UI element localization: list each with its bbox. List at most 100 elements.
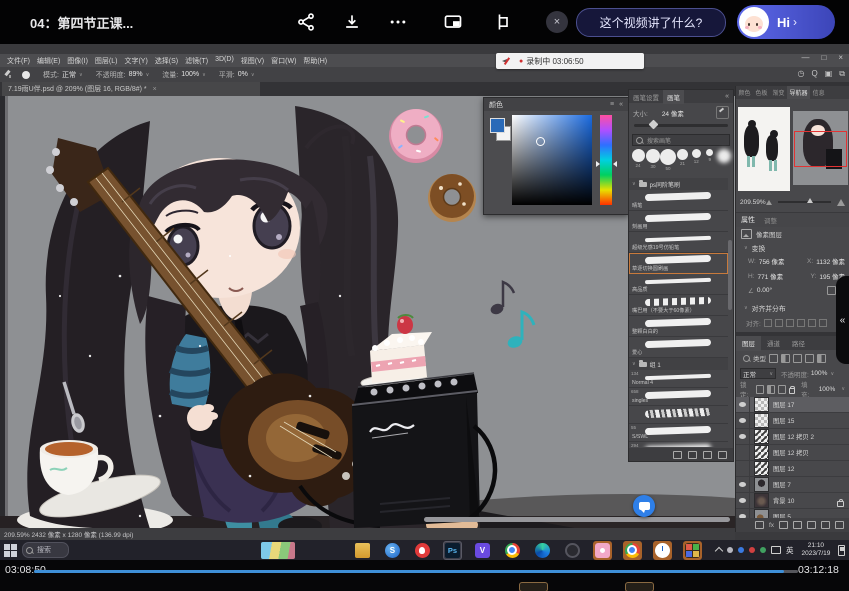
hue-slider[interactable] — [600, 115, 612, 205]
brush-size-value[interactable]: 24 像素 — [662, 108, 684, 118]
lock-pixels-icon[interactable] — [767, 385, 775, 394]
layer-row[interactable]: 图层 12 拷贝 — [736, 445, 849, 461]
brush-item[interactable]: 爱心 — [629, 337, 728, 358]
brush-preset[interactable]: 50 — [662, 149, 674, 171]
saturation-brightness-field[interactable] — [512, 115, 592, 205]
navigator-zoom-slider[interactable] — [778, 201, 831, 203]
lock-position-icon[interactable] — [778, 385, 786, 394]
menu-item[interactable]: 文字(Y) — [124, 56, 147, 66]
more-icon[interactable] — [388, 12, 408, 32]
security-tray-icon[interactable] — [760, 547, 766, 553]
layer-effects-icon[interactable]: fx — [769, 522, 774, 529]
panel-tab[interactable]: 导航器 — [787, 86, 810, 99]
tab-adjustments[interactable]: 调整 — [764, 215, 777, 225]
canvas-horizontal-scrollbar[interactable] — [424, 517, 730, 522]
microphone-tray-icon[interactable] — [727, 547, 733, 553]
layer-row[interactable]: 图层 12 — [736, 461, 849, 477]
layer-row[interactable]: 图层 7 — [736, 477, 849, 493]
new-layer-icon[interactable] — [821, 521, 830, 529]
filter-pixel-icon[interactable] — [769, 354, 778, 363]
brush-search-input[interactable]: 搜索画笔 — [632, 134, 730, 146]
option-value[interactable]: 100% — [181, 71, 199, 78]
adjustment-layer-icon[interactable] — [793, 521, 802, 529]
start-button[interactable] — [4, 543, 17, 557]
x-value[interactable]: 1132 像素 — [816, 256, 845, 266]
align-right-icon[interactable] — [786, 319, 794, 327]
filter-type-label[interactable]: 类型 — [753, 353, 766, 363]
menu-item[interactable]: 图层(L) — [95, 56, 118, 66]
menu-item[interactable]: 帮助(H) — [303, 56, 327, 66]
notification-center-icon[interactable] — [838, 545, 845, 556]
menu-item[interactable]: 图像(I) — [67, 56, 88, 66]
share-icon[interactable] — [296, 12, 316, 32]
brush-group-header[interactable]: ∨ps同阶笔刷 — [629, 178, 728, 190]
panel-tab[interactable]: 颜色 — [736, 86, 753, 99]
input-language-indicator[interactable]: 英 — [786, 545, 794, 556]
navigator-zoom-value[interactable]: 209.59% — [740, 199, 766, 206]
visibility-toggle[interactable] — [736, 413, 750, 428]
brush-tool-icon[interactable] — [5, 70, 14, 79]
visibility-toggle[interactable] — [736, 461, 750, 476]
brush-item[interactable]: 嘴巴用（不要大于60像素） — [629, 295, 728, 316]
navigator-thumbnail[interactable] — [793, 111, 848, 185]
zoom-status-text[interactable]: 209.59% 2432 像素 x 1280 像素 (136.99 dpi) — [4, 529, 133, 539]
panel-tab[interactable]: 渐变 — [770, 86, 787, 99]
brush-group-header[interactable]: ∨组 1 — [629, 358, 728, 370]
layer-row[interactable]: 图层 12 拷贝 2 — [736, 429, 849, 445]
brush-preset[interactable]: 30 — [647, 149, 659, 169]
close-tab-icon[interactable]: × — [153, 86, 157, 93]
grid-app-app-icon[interactable] — [683, 541, 702, 560]
menu-item[interactable]: 视图(V) — [241, 56, 264, 66]
visibility-toggle[interactable] — [736, 477, 750, 492]
pressure-size-icon[interactable] — [716, 106, 729, 119]
align-center-icon[interactable] — [775, 319, 783, 327]
dismiss-ai-button[interactable]: × — [546, 11, 568, 33]
brush-preview-icon[interactable] — [22, 71, 30, 79]
collapse-icon[interactable]: « — [619, 101, 623, 108]
explorer-app-icon[interactable] — [353, 541, 372, 560]
layer-mask-icon[interactable] — [779, 521, 788, 529]
brush-item[interactable]: 55S/SWL — [629, 424, 728, 442]
brush-item[interactable]: 658singles — [629, 388, 728, 406]
filter-adjustment-icon[interactable] — [781, 354, 790, 363]
filter-smart-icon[interactable] — [817, 354, 826, 363]
visibility-toggle[interactable] — [736, 397, 750, 412]
new-group-icon[interactable] — [807, 521, 816, 529]
foreground-color-swatch[interactable] — [490, 118, 505, 133]
stroke-preview-toggle-icon[interactable] — [673, 451, 682, 459]
option-value[interactable]: 0% — [238, 71, 248, 78]
share-doc-icon[interactable]: ⧉ — [839, 69, 845, 79]
visibility-toggle[interactable] — [736, 493, 750, 508]
panel-menu-icon[interactable]: ≡ — [610, 101, 614, 108]
seek-bar[interactable] — [34, 570, 798, 573]
layers-panel-tab[interactable]: 路径 — [786, 336, 811, 351]
filter-type-icon[interactable] — [793, 354, 802, 363]
option-value[interactable]: 正常 — [62, 70, 76, 80]
menu-item[interactable]: 编辑(E) — [37, 56, 60, 66]
reference-image-thumbnail[interactable] — [738, 107, 790, 191]
v-app-app-icon[interactable]: V — [473, 541, 492, 560]
assistant-button[interactable]: Hi › — [737, 5, 835, 39]
align-middle-icon[interactable] — [808, 319, 816, 327]
brush-panel-tab[interactable]: 画笔 — [663, 90, 684, 104]
brush-item[interactable]: 整颗白白的 — [629, 316, 728, 337]
panel-tab[interactable]: 色板 — [753, 86, 770, 99]
tab-properties[interactable]: 属性 — [741, 215, 755, 225]
collapse-caret-icon[interactable]: ∨ — [744, 245, 748, 251]
ask-ai-button[interactable]: 这个视频讲了什么? — [576, 8, 726, 37]
bluetooth-tray-icon[interactable] — [738, 547, 744, 553]
display-tray-icon[interactable] — [771, 546, 781, 554]
brush-panel-scrollbar[interactable] — [728, 240, 732, 310]
news-weather-widget[interactable] — [261, 542, 295, 559]
collapse-caret-icon[interactable]: ∨ — [744, 305, 748, 311]
menu-item[interactable]: 窗口(W) — [271, 56, 296, 66]
layers-panel-tab[interactable]: 通道 — [761, 336, 786, 351]
menu-item[interactable]: 滤镜(T) — [185, 56, 208, 66]
new-group-icon[interactable] — [688, 451, 697, 459]
brush-preset[interactable]: 12 — [691, 149, 702, 164]
brush-preset[interactable]: 24 — [632, 149, 644, 168]
menu-item[interactable]: 3D(D) — [215, 56, 234, 66]
brush-preset[interactable]: 9 — [705, 149, 716, 162]
brush-item[interactable]: 134Normal 4 — [629, 370, 728, 388]
brush-item[interactable]: 高品质 — [629, 274, 728, 295]
